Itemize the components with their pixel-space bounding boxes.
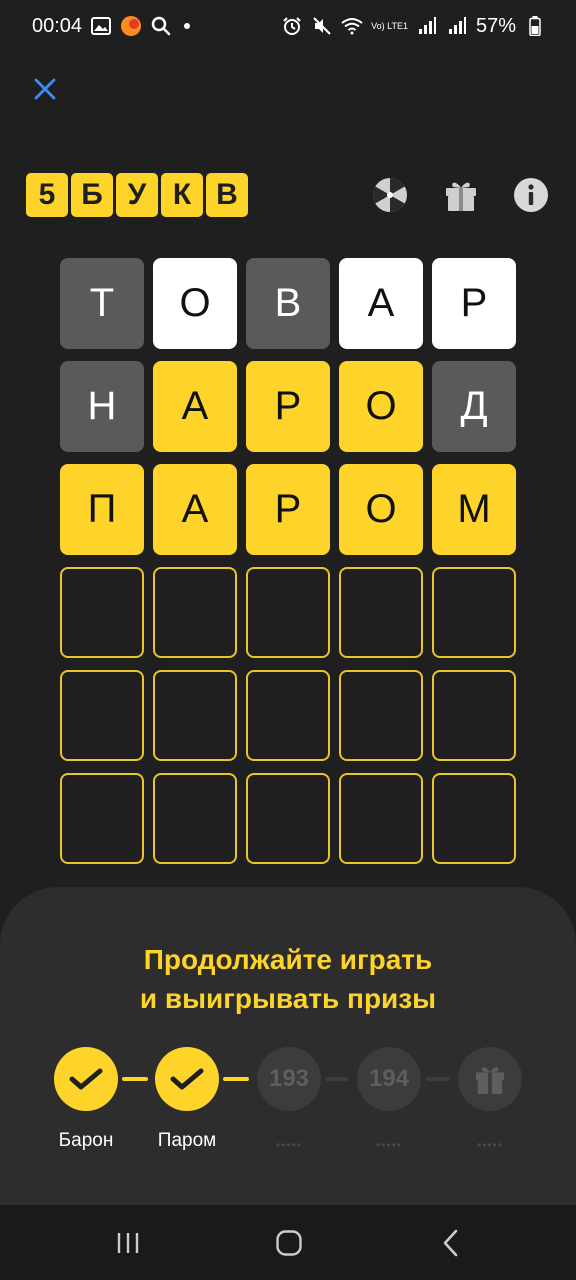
empty-tile xyxy=(339,670,423,761)
wheel-icon xyxy=(373,178,407,212)
empty-tile xyxy=(153,670,237,761)
recent-apps-icon xyxy=(117,1233,139,1253)
step-done-badge xyxy=(54,1047,118,1111)
mute-icon xyxy=(311,15,333,37)
wifi-icon xyxy=(341,15,363,37)
header-actions xyxy=(0,176,576,216)
empty-tile xyxy=(153,773,237,864)
letter-tile-yellow: О xyxy=(339,361,423,452)
signal-icon-1 xyxy=(416,15,438,37)
letter-tile-yellow: А xyxy=(153,464,237,555)
info-icon xyxy=(514,178,548,212)
step-label: Паром xyxy=(157,1130,217,1151)
home-button[interactable] xyxy=(269,1223,309,1263)
empty-tile xyxy=(60,670,144,761)
gift-icon xyxy=(446,182,476,211)
step-placeholder-dots: ••••• xyxy=(375,1138,402,1152)
empty-tile xyxy=(60,773,144,864)
connector xyxy=(325,1077,349,1081)
more-notifications-dot-icon xyxy=(184,23,191,29)
empty-tile xyxy=(246,670,330,761)
network-type-label: Vo) LTE1 xyxy=(371,20,408,31)
alarm-icon xyxy=(281,15,303,37)
recent-apps-button[interactable] xyxy=(108,1223,148,1263)
app-notification-icon xyxy=(120,15,142,37)
close-icon xyxy=(34,78,56,100)
battery-icon xyxy=(524,15,546,37)
letter-tile-white: О xyxy=(153,258,237,349)
panel-title: Продолжайте играть и выигрывать призы xyxy=(0,940,576,1018)
connector xyxy=(426,1077,450,1081)
battery-percent: 57% xyxy=(475,14,516,37)
info-button[interactable] xyxy=(512,176,550,214)
checkmark-icon xyxy=(170,1068,204,1090)
empty-tile xyxy=(432,773,516,864)
prize-badge xyxy=(458,1047,522,1111)
progress-panel: Продолжайте играть и выигрывать призы 19… xyxy=(0,887,576,1205)
letter-tile-yellow: Р xyxy=(246,361,330,452)
letter-tile-gray: В xyxy=(246,258,330,349)
empty-tile xyxy=(339,773,423,864)
step-number-badge: 193 xyxy=(257,1047,321,1111)
gallery-icon xyxy=(90,15,112,37)
letter-tile-gray: Н xyxy=(60,361,144,452)
word-grid: ТОВАРНАРОДПАРОМ xyxy=(60,258,516,864)
connector xyxy=(223,1077,249,1081)
panel-title-line-2: и выигрывать призы xyxy=(139,983,437,1014)
gift-button[interactable] xyxy=(442,176,480,214)
empty-tile xyxy=(432,670,516,761)
close-button[interactable] xyxy=(26,70,64,108)
panel-title-line-1: Продолжайте играть xyxy=(143,944,433,975)
wheel-button[interactable] xyxy=(371,176,409,214)
system-nav-bar xyxy=(0,1205,576,1280)
gift-icon xyxy=(475,1067,505,1095)
letter-tile-white: А xyxy=(339,258,423,349)
signal-icon-2 xyxy=(446,15,468,37)
letter-tile-yellow: О xyxy=(339,464,423,555)
progress-track: 193 194 xyxy=(0,1047,576,1111)
empty-tile xyxy=(60,567,144,658)
step-done-badge xyxy=(155,1047,219,1111)
status-bar: 00:04 Vo) LTE1 57% xyxy=(0,0,576,52)
step-label: Барон xyxy=(58,1130,114,1151)
letter-tile-yellow: Р xyxy=(246,464,330,555)
back-icon xyxy=(443,1229,458,1257)
letter-tile-yellow: М xyxy=(432,464,516,555)
letter-tile-white: Р xyxy=(432,258,516,349)
letter-tile-gray: Д xyxy=(432,361,516,452)
checkmark-icon xyxy=(69,1068,103,1090)
step-placeholder-dots: ••••• xyxy=(275,1138,302,1152)
step-number-badge: 194 xyxy=(357,1047,421,1111)
empty-tile xyxy=(246,567,330,658)
search-icon xyxy=(150,15,172,37)
connector xyxy=(122,1077,148,1081)
status-time: 00:04 xyxy=(32,14,83,37)
empty-tile xyxy=(153,567,237,658)
letter-tile-yellow: А xyxy=(153,361,237,452)
step-placeholder-dots: ••••• xyxy=(476,1138,503,1152)
letter-tile-gray: Т xyxy=(60,258,144,349)
back-button[interactable] xyxy=(431,1223,471,1263)
empty-tile xyxy=(432,567,516,658)
letter-tile-yellow: П xyxy=(60,464,144,555)
empty-tile xyxy=(339,567,423,658)
empty-tile xyxy=(246,773,330,864)
home-icon xyxy=(276,1230,302,1256)
